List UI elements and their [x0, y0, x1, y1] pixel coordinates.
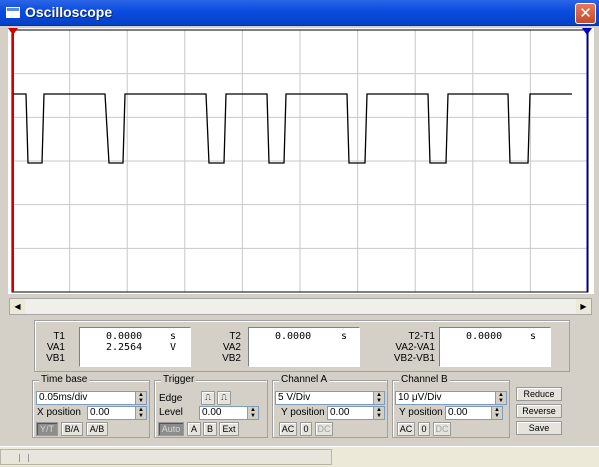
channel-b-ac-button[interactable]: AC: [397, 422, 415, 436]
vb2-label: VB2: [222, 353, 241, 364]
vb2-vb1-label: VB2-VB1: [393, 353, 435, 364]
scroll-left-icon[interactable]: ◀: [10, 299, 25, 314]
status-segment: [0, 449, 332, 465]
channel-b-ypos-value: 0.00: [448, 407, 468, 418]
t2-value: 0.0000: [275, 331, 312, 342]
window-icon: [6, 7, 20, 18]
mode-ba-button[interactable]: B/A: [61, 422, 83, 436]
channel-a-ypos-spin-icon[interactable]: ▲ ▼: [373, 407, 384, 419]
channel-a-dc-button[interactable]: DC: [315, 422, 333, 436]
cursor-readout-panel: T1 VA1 VB1 0.0000 s 2.2564 V T2 VA2 VB2 …: [34, 320, 570, 372]
xpos-input[interactable]: 0.00 ▲ ▼: [87, 406, 147, 420]
channel-b-spin-icon[interactable]: ▲ ▼: [495, 392, 506, 404]
level-spin-icon[interactable]: ▲ ▼: [247, 407, 258, 419]
scope-display: [8, 28, 594, 294]
channel-b-ypos-label: Y position: [399, 407, 443, 418]
grip-icon: [19, 454, 29, 462]
channel-a-spin-icon[interactable]: ▲ ▼: [373, 392, 384, 404]
timebase-scale-select[interactable]: 0.05ms/div ▲ ▼: [36, 391, 147, 405]
falling-edge-icon[interactable]: ⎍: [217, 391, 231, 405]
t1-label: T1: [53, 331, 65, 342]
t2-t1-readout-box: 0.0000 s: [439, 327, 551, 367]
va1-label: VA1: [46, 342, 65, 353]
status-strip: [0, 446, 599, 467]
t2-t1-unit: s: [530, 331, 537, 342]
vb1-label: VB1: [46, 353, 65, 364]
t2-t1-value: 0.0000: [466, 331, 503, 342]
channel-a-ypos-label: Y position: [281, 407, 325, 418]
va1-unit: V: [170, 342, 177, 353]
t2-unit: s: [341, 331, 348, 342]
channel-b-dc-button[interactable]: DC: [433, 422, 451, 436]
title-bar: Oscilloscope ✕: [0, 0, 599, 26]
timebase-spin-icon[interactable]: ▲ ▼: [135, 392, 146, 404]
reduce-button[interactable]: Reduce: [516, 387, 562, 401]
save-button[interactable]: Save: [516, 421, 562, 435]
channel-b-ypos-input[interactable]: 0.00 ▲ ▼: [445, 406, 503, 420]
edge-label: Edge: [159, 393, 183, 404]
channel-b-title: Channel B: [399, 374, 450, 385]
scope-svg: [8, 28, 594, 294]
mode-ab-button[interactable]: A/B: [86, 422, 108, 436]
channel-a-zero-button[interactable]: 0: [300, 422, 312, 436]
channel-b-scale-value: 10 μV/Div: [398, 392, 442, 403]
mode-yt-button[interactable]: Y/T: [36, 422, 58, 436]
channel-a-scale-select[interactable]: 5 V/Div ▲ ▼: [275, 391, 385, 405]
channel-b-ypos-spin-icon[interactable]: ▲ ▼: [491, 407, 502, 419]
xpos-label: X position: [37, 407, 81, 418]
t1-readout-box: 0.0000 s 2.2564 V: [79, 327, 191, 367]
va2-va1-label: VA2-VA1: [395, 342, 435, 353]
t1-value: 0.0000: [106, 331, 143, 342]
timebase-title: Time base: [39, 374, 90, 385]
trigger-a-button[interactable]: A: [187, 422, 201, 436]
channel-a-ypos-input[interactable]: 0.00 ▲ ▼: [327, 406, 385, 420]
xpos-value: 0.00: [90, 407, 110, 418]
t2-t1-label: T2-T1: [408, 331, 435, 342]
t2-readout-box: 0.0000 s: [248, 327, 360, 367]
channel-a-ac-button[interactable]: AC: [279, 422, 297, 436]
va1-value: 2.2564: [106, 342, 143, 353]
t1-unit: s: [170, 331, 177, 342]
channel-b-zero-button[interactable]: 0: [418, 422, 430, 436]
reverse-button[interactable]: Reverse: [516, 404, 562, 418]
channel-a-ypos-value: 0.00: [330, 407, 350, 418]
trigger-ext-button[interactable]: Ext: [219, 422, 239, 436]
channel-a-scale-value: 5 V/Div: [278, 392, 311, 403]
channel-a-group: Channel A 5 V/Div ▲ ▼ Y position 0.00 ▲ ▼ …: [272, 374, 388, 438]
trigger-group: Trigger Edge ⎍ ⎍ Level 0.00 ▲ ▼ Auto A B …: [154, 374, 268, 438]
channel-b-scale-select[interactable]: 10 μV/Div ▲ ▼: [395, 391, 507, 405]
channel-a-title: Channel A: [279, 374, 330, 385]
timebase-scale-value: 0.05ms/div: [39, 392, 88, 403]
trigger-title: Trigger: [161, 374, 197, 385]
window-title: Oscilloscope: [25, 4, 113, 20]
timebase-group: Time base 0.05ms/div ▲ ▼ X position 0.00 …: [32, 374, 150, 438]
level-label: Level: [159, 407, 183, 418]
trigger-b-button[interactable]: B: [203, 422, 217, 436]
rising-edge-icon[interactable]: ⎍: [201, 391, 215, 405]
scroll-right-icon[interactable]: ▶: [576, 299, 591, 314]
horizontal-scrollbar[interactable]: ◀ ▶: [9, 298, 592, 315]
trigger-level-value: 0.00: [202, 407, 222, 418]
t2-label: T2: [229, 331, 241, 342]
close-button[interactable]: ✕: [575, 3, 596, 24]
trigger-level-input[interactable]: 0.00 ▲ ▼: [199, 406, 259, 420]
va2-label: VA2: [222, 342, 241, 353]
xpos-spin-icon[interactable]: ▲ ▼: [135, 407, 146, 419]
trigger-auto-button[interactable]: Auto: [158, 422, 184, 436]
channel-b-group: Channel B 10 μV/Div ▲ ▼ Y position 0.00 ▲…: [392, 374, 510, 438]
